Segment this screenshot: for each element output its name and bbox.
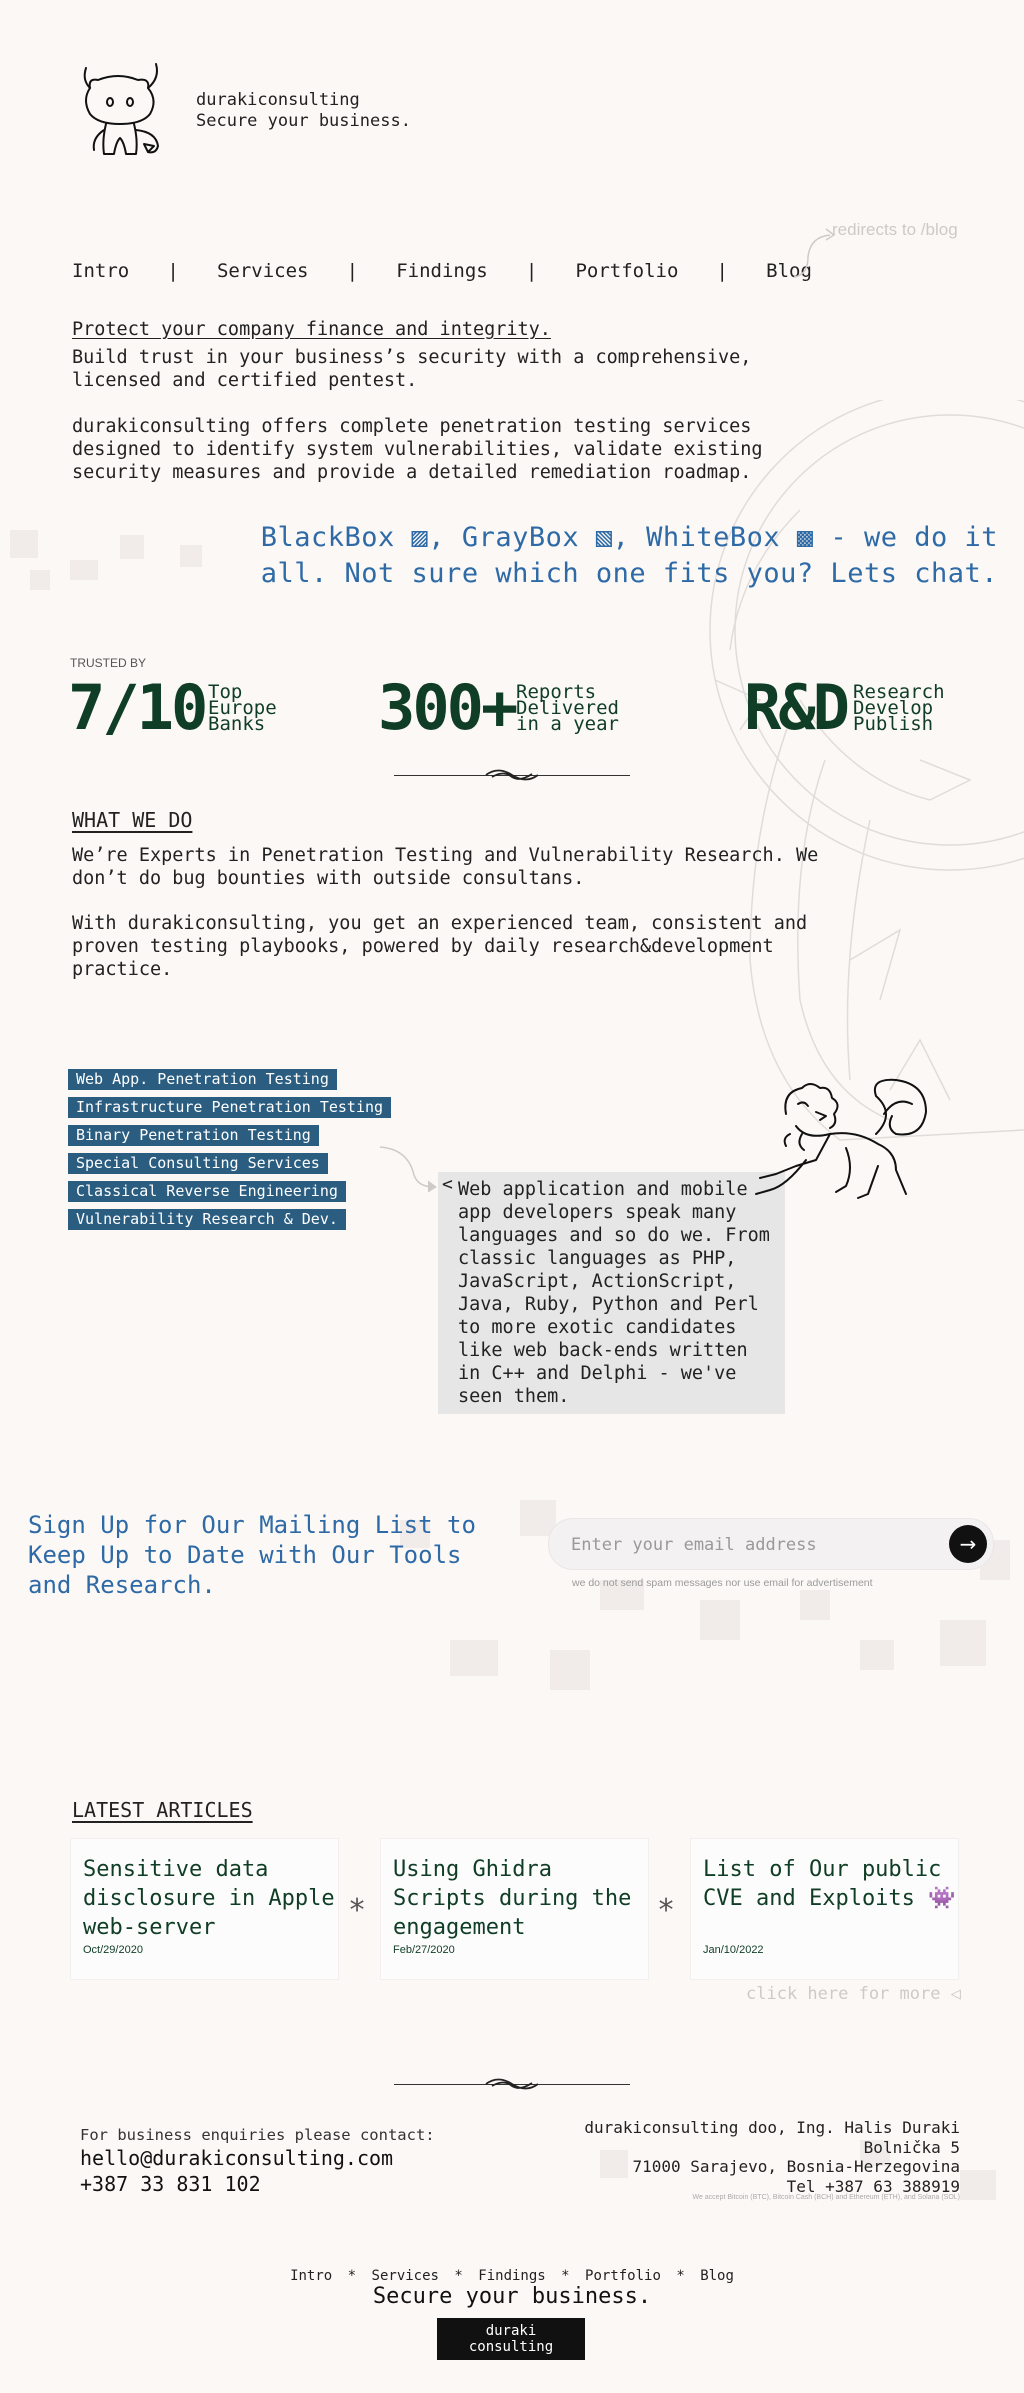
- what-we-do-p2: With durakiconsulting, you get an experi…: [72, 913, 808, 980]
- footer-tagline: Secure your business.: [372, 2284, 652, 2309]
- nav-separator: |: [716, 260, 728, 282]
- nav-item-portfolio[interactable]: Portfolio: [575, 260, 678, 282]
- article-separator: *: [348, 1893, 367, 1928]
- article-date: Feb/27/2020: [393, 1944, 455, 1956]
- intro-heading: Protect your company finance and integri…: [72, 319, 551, 340]
- what-we-do-title: WHAT WE DO: [72, 808, 193, 832]
- service-description-text: Web application and mobile app developer…: [458, 1179, 770, 1407]
- article-date: Oct/29/2020: [83, 1944, 143, 1956]
- mailing-list-title: Sign Up for Our Mailing List to Keep Up …: [28, 1511, 476, 1599]
- nav-item-findings[interactable]: Findings: [396, 260, 488, 282]
- article-card[interactable]: Sensitive data disclosure in Apple web-s…: [70, 1838, 339, 1980]
- article-title[interactable]: Sensitive data disclosure in Apple web-s…: [83, 1855, 338, 1942]
- headline-line-1: BlackBox ▨, GrayBox ▧, WhiteBox ▩ - we d…: [260, 522, 998, 553]
- bubble-arrow-icon[interactable]: <: [442, 1174, 453, 1195]
- footer-nav-separator: *: [347, 2268, 357, 2284]
- footer-brand-button[interactable]: duraki consulting: [437, 2318, 585, 2360]
- main-nav: Intro | Services | Findings | Portfolio …: [72, 260, 812, 282]
- footer-nav-services[interactable]: Services: [372, 2268, 439, 2284]
- contact-email[interactable]: hello@durakiconsulting.com: [80, 2146, 393, 2170]
- footer-nav-separator: *: [454, 2268, 463, 2284]
- divider-ornament-icon: [485, 769, 539, 781]
- crypto-note: We accept Bitcoin (BTC), Bitcoin Cash (B…: [692, 2194, 960, 2201]
- footer-nav-separator: *: [561, 2268, 570, 2284]
- stat-label-banks: Top Europe Banks: [208, 681, 277, 735]
- email-signup-form: →: [548, 1518, 994, 1571]
- nav-separator: |: [346, 260, 359, 282]
- article-title[interactable]: List of Our public CVE and Exploits 👾: [703, 1855, 958, 1913]
- what-we-do-p1: We’re Experts in Penetration Testing and…: [72, 845, 819, 889]
- article-title[interactable]: Using Ghidra Scripts during the engageme…: [393, 1855, 648, 1942]
- divider-ornament-icon: [485, 2078, 539, 2090]
- email-input[interactable]: [569, 1519, 903, 1571]
- devil-mascot-logo[interactable]: [68, 58, 172, 162]
- more-articles-link[interactable]: click here for more ◁: [746, 1984, 961, 2004]
- service-tag-vuln-research[interactable]: Vulnerability Research & Dev.: [68, 1209, 346, 1230]
- stat-label-rnd: Research Develop Publish: [853, 681, 945, 735]
- enquiries-label: For business enquiries please contact:: [80, 2126, 435, 2144]
- pentest-headline: BlackBox ▨, GrayBox ▧, WhiteBox ▩ - we d…: [180, 520, 998, 592]
- footer-nav-separator: *: [676, 2268, 685, 2284]
- latest-articles-title: LATEST ARTICLES: [72, 1798, 253, 1822]
- footer-nav-intro[interactable]: Intro: [290, 2268, 332, 2284]
- article-separator: *: [657, 1893, 676, 1928]
- service-tag-reverse-engineering[interactable]: Classical Reverse Engineering: [68, 1181, 346, 1202]
- stat-label-reports: Reports Delivered in a year: [516, 681, 619, 735]
- footer-nav-findings[interactable]: Findings: [478, 2268, 545, 2284]
- service-tag-binary[interactable]: Binary Penetration Testing: [68, 1125, 319, 1146]
- article-card[interactable]: List of Our public CVE and Exploits 👾 Ja…: [690, 1838, 959, 1980]
- brand-name: durakiconsulting: [196, 90, 360, 110]
- service-tag-web-app[interactable]: Web App. Penetration Testing: [68, 1069, 337, 1090]
- service-tag-infrastructure[interactable]: Infrastructure Penetration Testing: [68, 1097, 392, 1118]
- bubble-connector-arrow-icon: [379, 1146, 437, 1193]
- heraldic-lion-illustration: [755, 1078, 927, 1199]
- stat-value-banks: 7/10: [68, 671, 208, 744]
- blog-redirect-note: redirects to /blog: [832, 220, 958, 239]
- article-card[interactable]: Using Ghidra Scripts during the engageme…: [380, 1838, 649, 1980]
- service-tag-consulting[interactable]: Special Consulting Services: [68, 1153, 328, 1174]
- company-address: durakiconsulting doo, Ing. Halis Duraki …: [584, 2118, 960, 2196]
- footer-nav: Intro * Services * Findings * Portfolio …: [0, 2268, 1024, 2284]
- intro-body: durakiconsulting offers complete penetra…: [72, 416, 763, 483]
- stat-value-rnd: R&D: [744, 671, 850, 744]
- headline-line-2: all. Not sure which one fits you? Lets c…: [260, 558, 998, 589]
- intro-lead: Build trust in your business’s security …: [72, 347, 752, 391]
- spam-disclaimer: we do not send spam messages nor use ema…: [572, 1577, 873, 1589]
- footer-nav-blog[interactable]: Blog: [700, 2268, 734, 2284]
- contact-phone[interactable]: +387 33 831 102: [80, 2172, 261, 2196]
- nav-separator: |: [525, 260, 538, 282]
- trusted-by-label: TRUSTED BY: [70, 656, 147, 670]
- stat-value-reports: 300+: [378, 671, 518, 744]
- brand-tagline: Secure your business.: [196, 111, 411, 131]
- email-submit-button[interactable]: →: [949, 1525, 987, 1563]
- nav-item-intro[interactable]: Intro: [72, 260, 129, 282]
- nav-separator: |: [167, 260, 179, 282]
- article-date: Jan/10/2022: [703, 1944, 764, 1956]
- footer-nav-portfolio[interactable]: Portfolio: [585, 2268, 661, 2284]
- nav-item-services[interactable]: Services: [217, 260, 309, 282]
